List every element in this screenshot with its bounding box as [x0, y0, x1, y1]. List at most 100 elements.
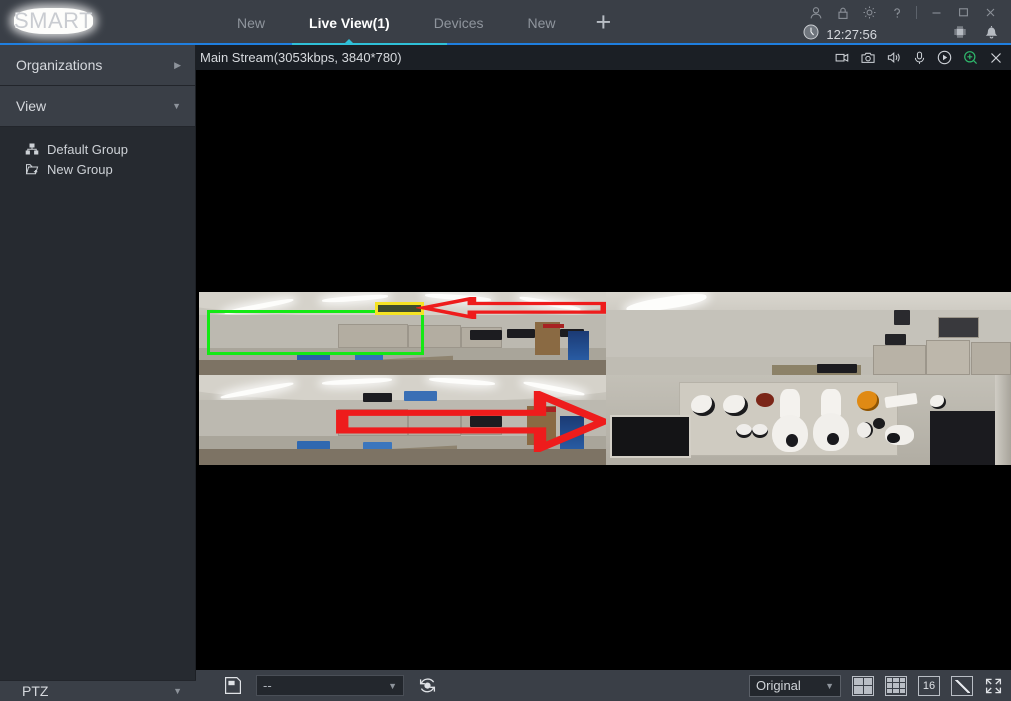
tab-label: New — [527, 15, 555, 31]
group-tree: Default Group New Group — [0, 127, 195, 179]
scene-dome-camera — [752, 424, 768, 438]
scene-dark-cabinet — [930, 411, 995, 465]
zoom-icon[interactable] — [963, 50, 978, 65]
audio-icon[interactable] — [887, 51, 902, 64]
add-tab-button[interactable]: + — [578, 0, 630, 45]
device-select-value: -- — [263, 678, 272, 693]
scene-ptz-lens — [827, 433, 839, 446]
video-feed-camera-wall — [606, 375, 1011, 465]
close-icon[interactable] — [989, 51, 1003, 65]
resolution-select-value: Original — [756, 678, 801, 693]
sidebar-section-label: View — [16, 98, 46, 114]
smart-pss-window: SMART PSS New Live View(1) Devices New + — [0, 0, 1011, 701]
sidebar-section-ptz[interactable]: PTZ ▼ — [0, 680, 196, 701]
scene-cubicle — [926, 340, 971, 375]
scene-equipment — [894, 310, 910, 325]
snapshot-icon[interactable] — [861, 51, 876, 64]
clock-widget: 12:27:56 — [803, 24, 877, 45]
scene-wall-edge — [995, 375, 1011, 465]
video-feed-office-wide-arrow — [199, 375, 609, 465]
scene-monitor — [507, 329, 536, 338]
fullscreen-icon[interactable] — [984, 677, 1003, 695]
device-select[interactable]: -- ▼ — [256, 675, 404, 696]
playback-icon[interactable] — [937, 50, 952, 65]
panel-top-right[interactable] — [606, 292, 1011, 375]
scene-floor — [199, 360, 609, 375]
toolbar-divider — [916, 6, 917, 19]
scene-cubicle — [873, 345, 926, 375]
bottom-toolbar-left: -- ▼ — [196, 675, 437, 696]
tab-label: Live View(1) — [309, 15, 390, 31]
chevron-down-icon: ▼ — [825, 681, 834, 691]
tab-new-1[interactable]: New — [215, 0, 287, 45]
chevron-down-icon: ▼ — [173, 686, 182, 696]
scene-display-monitor — [610, 415, 691, 458]
tour-refresh-icon[interactable] — [418, 676, 437, 695]
scene-cubicle — [971, 342, 1011, 375]
scene-monitor — [817, 364, 858, 373]
chevron-down-icon: ▼ — [172, 102, 181, 111]
pencil-icon[interactable] — [951, 676, 973, 696]
tab-new-2[interactable]: New — [505, 0, 577, 45]
help-icon[interactable] — [884, 2, 909, 23]
scene-ptz-camera — [780, 389, 800, 418]
close-button[interactable] — [978, 2, 1003, 23]
sidebar-section-label: Organizations — [16, 57, 102, 73]
tab-live-view[interactable]: Live View(1) — [287, 0, 412, 45]
stream-tool-group — [835, 50, 1011, 65]
logo-text-light: SMART — [14, 8, 93, 34]
sidebar-section-view[interactable]: View ▼ — [0, 86, 195, 127]
scene-shelf — [938, 317, 979, 339]
scene-dome-camera — [723, 395, 747, 417]
video-feed-office-right — [606, 292, 1011, 375]
sidebar-section-organizations[interactable]: Organizations ▶ — [0, 45, 195, 86]
sidebar: Organizations ▶ View ▼ Default Group — [0, 45, 196, 701]
folder-add-icon — [24, 162, 39, 177]
tree-item-default-group[interactable]: Default Group — [0, 139, 195, 159]
panel-bottom-right[interactable] — [606, 375, 1011, 465]
panel-top-left[interactable] — [199, 292, 609, 375]
video-stage: Main Stream(3053kbps, 3840*780) — [196, 45, 1011, 670]
chevron-right-icon: ▶ — [174, 61, 181, 70]
panel-bottom-left[interactable] — [199, 375, 609, 465]
bell-icon[interactable] — [984, 24, 999, 40]
scene-monitor — [470, 330, 503, 340]
record-icon[interactable] — [835, 51, 850, 64]
grid-16-button[interactable]: 16 — [918, 676, 940, 696]
video-grid — [196, 70, 1011, 670]
grid-9-icon[interactable] — [885, 676, 907, 696]
red-arrow-left-annotation — [416, 297, 609, 319]
stream-info-bar: Main Stream(3053kbps, 3840*780) — [196, 45, 1011, 70]
tab-label: Devices — [434, 15, 484, 31]
save-icon[interactable] — [224, 676, 242, 695]
status-icons — [952, 24, 999, 40]
lock-icon[interactable] — [830, 2, 855, 23]
title-bar: SMART PSS New Live View(1) Devices New + — [0, 0, 1011, 45]
scene-ptz-camera — [813, 413, 849, 451]
user-icon[interactable] — [803, 2, 828, 23]
gear-icon[interactable] — [857, 2, 882, 23]
red-arrow-right-annotation — [334, 391, 609, 452]
sidebar-section-label: PTZ — [22, 683, 48, 699]
grid-4-icon[interactable] — [852, 676, 874, 696]
tree-item-new-group[interactable]: New Group — [0, 159, 195, 179]
app-logo: SMART PSS — [14, 8, 60, 34]
video-feed-office-wide — [199, 292, 609, 375]
maximize-button[interactable] — [951, 2, 976, 23]
resolution-select[interactable]: Original ▼ — [749, 675, 841, 697]
cpu-icon[interactable] — [952, 24, 968, 40]
status-time: 12:27:56 — [826, 27, 877, 42]
tree-item-label: New Group — [47, 162, 113, 177]
org-chart-icon — [24, 142, 39, 157]
tab-label: New — [237, 15, 265, 31]
system-icon-group — [803, 2, 1003, 23]
minimize-button[interactable] — [924, 2, 949, 23]
tab-devices[interactable]: Devices — [412, 0, 506, 45]
green-rectangle-annotation — [207, 310, 424, 355]
stream-label: Main Stream(3053kbps, 3840*780) — [196, 50, 402, 65]
tab-bar: New Live View(1) Devices New + — [215, 0, 629, 45]
bottom-toolbar-right: Original ▼ 16 — [749, 675, 1011, 697]
clock-icon — [803, 24, 819, 45]
microphone-icon[interactable] — [913, 51, 926, 65]
scene-equipment — [885, 334, 905, 346]
